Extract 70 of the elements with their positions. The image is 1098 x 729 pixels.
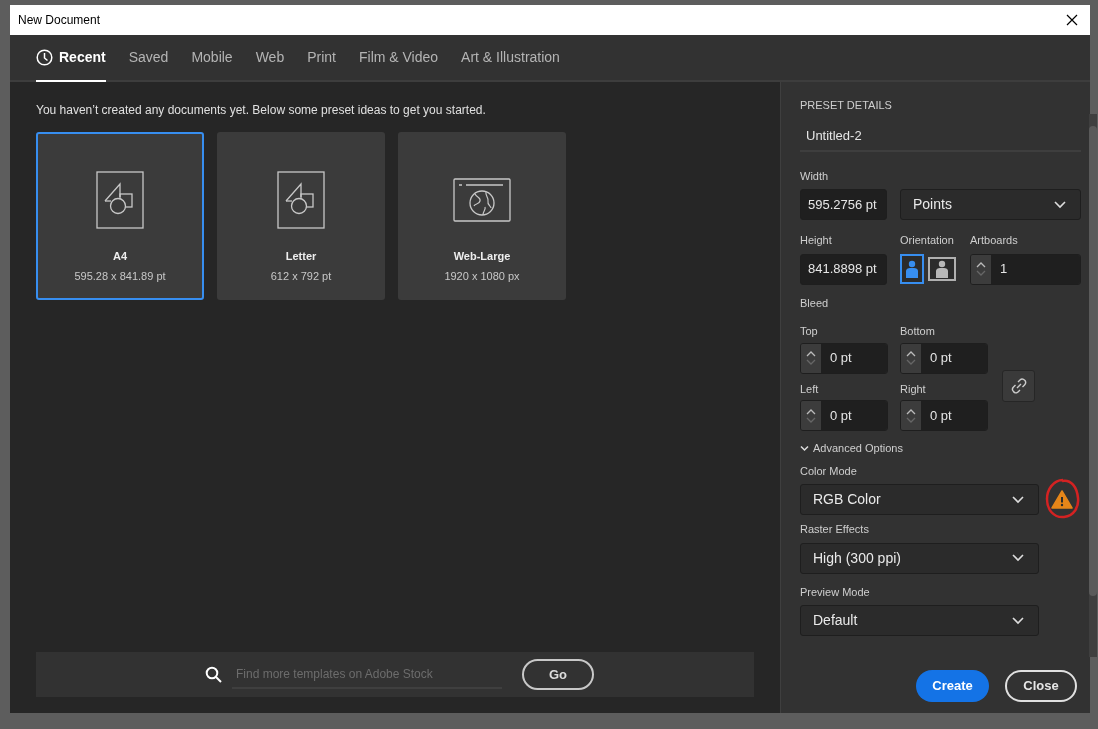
scrollbar[interactable]: [1089, 114, 1097, 657]
color-mode-dropdown[interactable]: RGB Color: [800, 484, 1039, 515]
search-icon: [205, 666, 222, 683]
field-label: Orientation: [900, 233, 955, 248]
chevron-down-icon: [1012, 616, 1024, 625]
tab[interactable]: Web: [255, 35, 285, 82]
clock-icon: [36, 49, 53, 66]
document-shapes-icon: [96, 171, 144, 229]
step-up-icon[interactable]: [806, 351, 816, 357]
height-field[interactable]: 841.8898 pt: [800, 253, 887, 285]
field-label: Width: [800, 168, 830, 184]
close-icon[interactable]: [1066, 14, 1078, 26]
number-stepper[interactable]: 0 pt: [900, 342, 988, 374]
units-dropdown[interactable]: Points: [900, 189, 1081, 220]
number-stepper[interactable]: 0 pt: [900, 400, 988, 431]
create-button[interactable]: Create: [916, 670, 989, 702]
field-label: Left: [800, 381, 820, 397]
preset-name: Web-Large: [453, 249, 511, 264]
width-field[interactable]: 595.2756 pt: [800, 189, 887, 220]
field-label: Artboards: [970, 233, 1019, 248]
step-up-icon[interactable]: [806, 408, 816, 415]
preset-name: Letter: [285, 249, 317, 264]
number-stepper[interactable]: 0 pt: [800, 400, 888, 431]
number-stepper[interactable]: 0 pt: [800, 342, 888, 374]
preset-size: 1920 x 1080 px: [444, 268, 520, 284]
link-button[interactable]: [1002, 370, 1035, 402]
tab[interactable]: Film & Video: [359, 35, 439, 82]
field-label: Preview Mode: [800, 584, 871, 600]
preset-card[interactable]: Letter 612 x 792 pt: [217, 132, 385, 300]
preview-mode-dropdown[interactable]: Default: [800, 605, 1039, 636]
close-button[interactable]: Close: [1005, 670, 1077, 702]
intro-text: You haven’t created any documents yet. Below some preset ideas to get you started.: [36, 102, 487, 119]
window-title: New Document: [18, 12, 101, 29]
step-up-icon[interactable]: [906, 408, 916, 415]
advanced-options-toggle[interactable]: Advanced Options: [800, 440, 1081, 457]
tab[interactable]: Mobile: [191, 35, 233, 82]
field-label: Raster Effects: [800, 522, 870, 537]
artboards-stepper[interactable]: 1: [970, 253, 1081, 285]
go-button[interactable]: Go: [522, 659, 594, 690]
link-icon: [1010, 378, 1027, 394]
section-heading: PRESET DETAILS: [800, 98, 893, 113]
preset-size: 595.28 x 841.89 pt: [74, 268, 166, 284]
browser-globe-icon: [453, 178, 511, 222]
chevron-down-icon: [800, 443, 809, 453]
step-up-icon[interactable]: [906, 351, 916, 357]
chevron-down-icon: [1012, 495, 1024, 504]
document-name-field[interactable]: Untitled-2: [800, 125, 1081, 152]
preset-card[interactable]: Web-Large 1920 x 1080 px: [398, 132, 566, 300]
tab[interactable]: Print: [307, 35, 336, 82]
tab[interactable]: Recent: [36, 35, 106, 82]
preset-size: 612 x 792 pt: [270, 268, 332, 284]
portrait-button[interactable]: [900, 254, 924, 284]
chevron-down-icon: [1012, 554, 1024, 562]
preset-name: A4: [112, 249, 128, 264]
person-icon: [905, 260, 919, 278]
field-label: Top: [800, 324, 819, 339]
person-icon: [935, 260, 949, 278]
raster-effects-dropdown[interactable]: High (300 ppi): [800, 542, 1039, 574]
field-label: Color Mode: [800, 463, 858, 479]
field-label: Right: [900, 381, 927, 397]
landscape-button[interactable]: [928, 257, 956, 281]
field-label: Height: [800, 233, 833, 248]
tab[interactable]: Saved: [128, 35, 169, 82]
chevron-down-icon: [1054, 200, 1066, 209]
step-up-icon[interactable]: [976, 262, 986, 268]
document-shapes-icon: [277, 171, 325, 229]
field-label: Bottom: [900, 324, 936, 339]
tab[interactable]: Art & Illustration: [461, 35, 560, 82]
preset-card[interactable]: A4 595.28 x 841.89 pt: [36, 132, 204, 300]
field-label: Bleed: [800, 295, 830, 311]
